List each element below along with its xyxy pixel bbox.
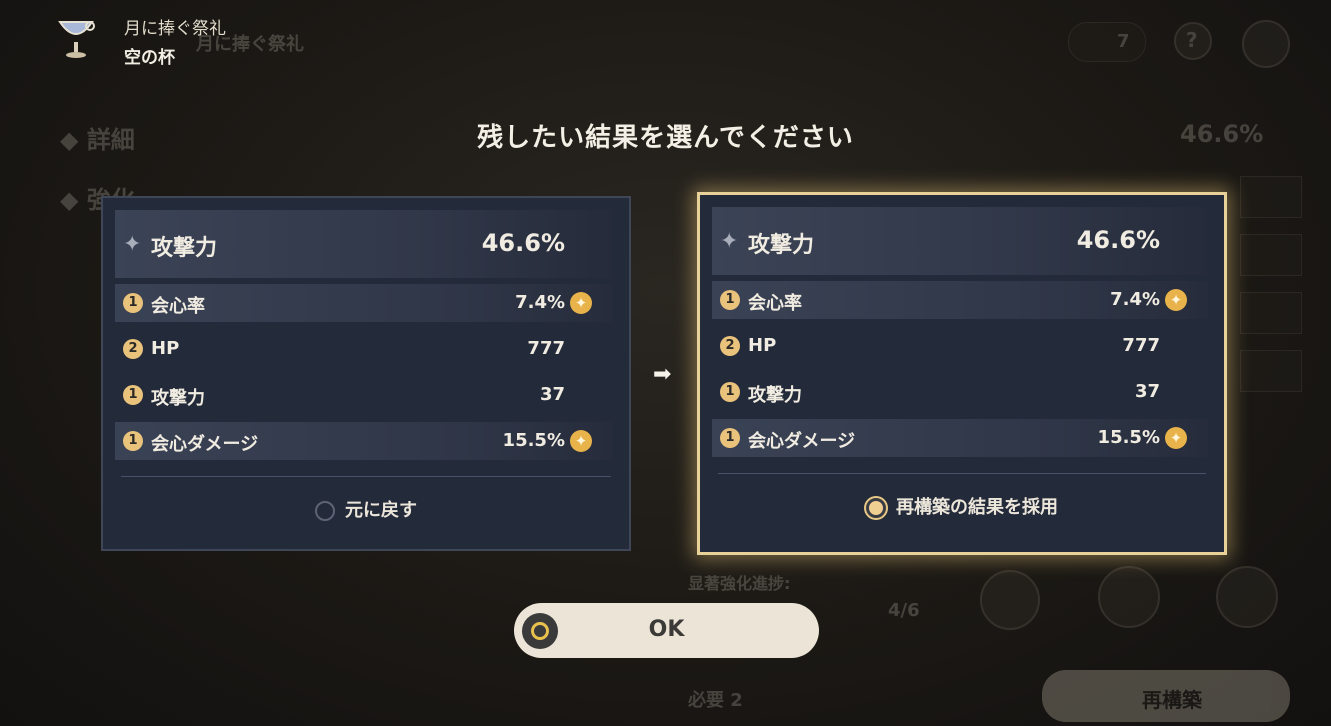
sub-stat-row: 2 HP 777 [115,330,613,368]
radio-unselected[interactable] [315,501,335,521]
sub-stat-label: HP [748,335,777,356]
sub-stat-row: 1 会心ダメージ 15.5% ✦ [712,419,1208,457]
sub-stat-label: 会心率 [748,293,802,314]
level-badge: 1 [123,431,143,451]
sub-stat-label: 攻撃力 [748,385,802,406]
sparkle-icon: ✦ [123,232,142,257]
bg-row-2 [1240,234,1302,276]
main-stat-label: 攻撃力 [151,236,218,261]
progress-node-2 [1098,566,1160,628]
sub-stat-row: 1 会心率 7.4% ✦ [115,284,613,322]
main-stat-label: 攻撃力 [748,233,815,258]
main-stat-row: ✦ 攻撃力 46.6% [115,210,613,278]
arrow-right-icon: ➡ [653,362,672,387]
sub-stat-row: 1 攻撃力 37 [712,373,1208,411]
help-icon[interactable]: ? [1174,22,1212,60]
star-icon: ✦ [570,430,592,452]
level-badge: 1 [123,385,143,405]
progress-label: 显著強化進捗: [688,574,791,593]
star-icon: ✦ [1165,289,1187,311]
sub-stat-label: 会心率 [151,296,205,317]
goblet-icon [58,21,95,58]
revert-option[interactable]: 元に戻す [103,496,629,522]
stamina-count: 7 [1117,31,1130,52]
sub-stat-label: 会心ダメージ [748,431,856,452]
stamina-pill: 7 [1068,22,1146,62]
revert-option-label: 元に戻す [345,500,417,521]
original-result-card[interactable]: ✦ 攻撃力 46.6% 1 会心率 7.4% ✦ 2 HP 777 1 攻撃力 … [101,196,631,551]
sub-stat-value: 777 [527,338,565,359]
divider [718,473,1206,474]
progress-node-3 [1216,566,1278,628]
sub-stat-label: HP [151,338,180,359]
sub-stat-value: 37 [1134,381,1160,402]
reroll-button[interactable]: 再構築 [1042,670,1290,722]
sub-stat-row: 1 会心率 7.4% ✦ [712,281,1208,319]
star-icon: ✦ [1165,427,1187,449]
level-badge: 1 [720,428,740,448]
level-badge: 1 [720,290,740,310]
sub-stat-label: 会心ダメージ [151,434,259,455]
required-label: 必要 2 [688,690,743,711]
adopt-reroll-option[interactable]: 再構築の結果を採用 [700,493,1224,519]
adopt-reroll-option-label: 再構築の結果を採用 [896,497,1058,518]
radio-selected[interactable] [866,498,886,518]
progress-node-1 [980,570,1040,630]
bg-row-4 [1240,350,1302,392]
sub-stat-value: 777 [1122,335,1160,356]
sub-stat-value: 15.5% [1097,427,1160,448]
level-badge: 1 [123,293,143,313]
ok-button-label: OK [648,617,685,642]
dialog-title: 残したい結果を選んでください [477,123,854,153]
ok-button[interactable]: OK [514,603,819,658]
main-stat-row: ✦ 攻撃力 46.6% [712,207,1208,275]
back-icon[interactable] [1242,20,1290,68]
divider [121,476,611,477]
artifact-set-name: 月に捧ぐ祭礼 [124,19,226,39]
artifact-slot-name: 空の杯 [124,48,175,68]
reroll-result-card[interactable]: ✦ 攻撃力 46.6% 1 会心率 7.4% ✦ 2 HP 777 1 攻撃力 … [697,192,1227,555]
bg-row-3 [1240,292,1302,334]
sub-stat-row: 1 攻撃力 37 [115,376,613,414]
sub-stat-row: 1 会心ダメージ 15.5% ✦ [115,422,613,460]
main-stat-value: 46.6% [481,229,565,257]
sub-stat-value: 7.4% [1110,289,1160,310]
sub-stat-value: 37 [539,384,565,405]
sub-stat-row: 2 HP 777 [712,327,1208,365]
bg-row-1 [1240,176,1302,218]
sub-stat-label: 攻撃力 [151,388,205,409]
sub-stat-value: 15.5% [502,430,565,451]
sub-stat-value: 7.4% [515,292,565,313]
sparkle-icon: ✦ [720,229,739,254]
level-badge: 1 [720,382,740,402]
star-icon: ✦ [570,292,592,314]
level-badge: 2 [123,339,143,359]
progress-count: 4/6 [888,600,920,621]
level-badge: 2 [720,336,740,356]
main-stat-value: 46.6% [1076,226,1160,254]
